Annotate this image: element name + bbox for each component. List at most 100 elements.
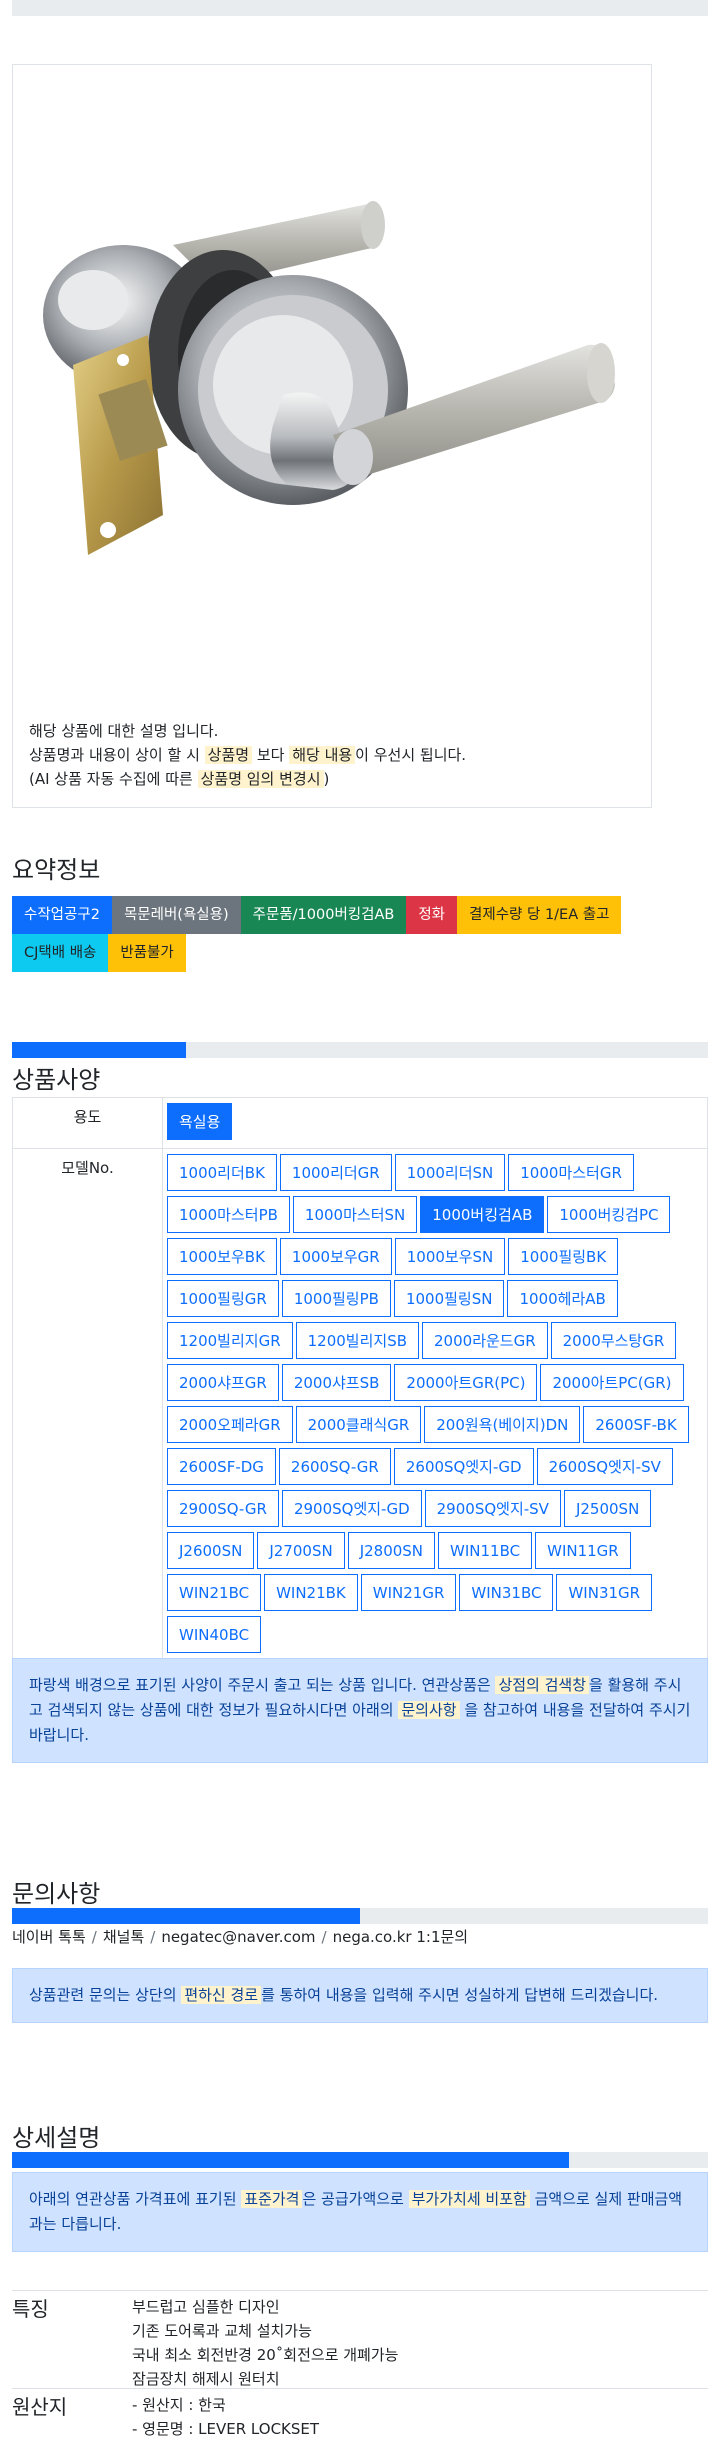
notice-text: 아래의 연관상품 가격표에 표기된 <box>29 2190 242 2208</box>
model-option[interactable]: J2600SN <box>167 1532 255 1569</box>
product-image <box>43 201 615 555</box>
spec-row-usage: 용도 욕실용 <box>13 1098 707 1149</box>
model-option[interactable]: WIN11GR <box>535 1532 631 1569</box>
model-option[interactable]: 2000아트PC(GR) <box>540 1364 684 1401</box>
model-option[interactable]: 2900SQ-GR <box>167 1490 279 1527</box>
contact-link[interactable]: 채널톡 <box>103 1928 144 1946</box>
origin-section: 원산지 - 원산지 : 한국 - 영문명 : LEVER LOCKSET <box>12 2388 708 2443</box>
contact-link[interactable]: 네이버 톡톡 <box>12 1928 86 1946</box>
spec-row-model: 모델No. 1000리더BK 1000리더GR 1000리더SN 1000마스터GR 1… <box>13 1149 707 1661</box>
model-option[interactable]: 1200빌리지GR <box>167 1322 293 1359</box>
model-option[interactable]: WIN11BC <box>438 1532 533 1569</box>
model-option[interactable]: 1000필링PB <box>281 1280 391 1317</box>
model-option[interactable]: 1000필링GR <box>167 1280 279 1317</box>
detail-progress <box>12 2152 708 2168</box>
summary-badge: CJ택배 배송 <box>12 934 109 972</box>
desc-line-3: (AI 상품 자동 수집에 따른 상품명 임의 변경시) <box>29 767 466 791</box>
desc-text: (AI 상품 자동 수집에 따른 <box>29 770 198 788</box>
desc-line-2: 상품명과 내용이 상이 할 시 상품명 보다 해당 내용 이 우선시 됩니다. <box>29 743 466 767</box>
detail-notice: 아래의 연관상품 가격표에 표기된 표준가격 은 공급가액으로 부가가치세 비포함… <box>12 2172 708 2252</box>
breadcrumb-separator: / <box>91 1928 97 1946</box>
model-option[interactable]: 2000무스탕GR <box>550 1322 677 1359</box>
origin-line: - 영문명 : LEVER LOCKSET <box>132 2420 320 2438</box>
highlight: 부가가치세 비포함 <box>408 2190 530 2208</box>
notice-text: 파랑색 배경으로 표기된 사양이 주문시 출고 되는 상품 입니다. 연관상품은 <box>29 1676 496 1694</box>
model-option[interactable]: WIN31GR <box>556 1574 653 1611</box>
model-option[interactable]: 1000헤라AB <box>507 1280 618 1317</box>
model-option[interactable]: WIN21GR <box>360 1574 457 1611</box>
inquiry-title: 문의사항 <box>12 1880 101 1908</box>
product-image-card: 해당 상품에 대한 설명 입니다. 상품명과 내용이 상이 할 시 상품명 보다… <box>12 64 652 808</box>
model-option[interactable]: 2600SQ엣지-SV <box>536 1448 673 1485</box>
model-option[interactable]: 1000리더BK <box>167 1154 277 1191</box>
detail-title: 상세설명 <box>12 2124 101 2152</box>
model-option[interactable]: 2000샤프GR <box>167 1364 279 1401</box>
model-option[interactable]: 2000오페라GR <box>167 1406 293 1443</box>
contact-link[interactable]: negatec@naver.com <box>161 1928 315 1946</box>
contact-link[interactable]: nega.co.kr 1:1문의 <box>333 1928 469 1946</box>
model-option[interactable]: 1000보우BK <box>167 1238 277 1275</box>
model-options: 1000리더BK 1000리더GR 1000리더SN 1000마스터GR 1000마스터… <box>163 1149 707 1661</box>
highlight: 해당 내용 <box>289 746 356 764</box>
model-label: 모델No. <box>13 1149 163 1661</box>
model-option[interactable]: WIN21BC <box>167 1574 262 1611</box>
model-option[interactable]: 2000라운드GR <box>422 1322 548 1359</box>
origin-line: - 원산지 : 한국 <box>132 2396 226 2414</box>
model-option[interactable]: 1000리더SN <box>394 1154 506 1191</box>
spec-progress <box>12 1042 708 1058</box>
model-option[interactable]: 1000마스터PB <box>167 1196 290 1233</box>
model-option[interactable]: 2600SQ엣지-GD <box>393 1448 534 1485</box>
model-option[interactable]: J2700SN <box>257 1532 345 1569</box>
highlight: 문의사항 <box>398 1701 460 1719</box>
feature-line: 기존 도어록과 교체 설치가능 <box>132 2322 312 2340</box>
model-option[interactable]: 1000버킹검PC <box>547 1196 671 1233</box>
notice-text: 은 공급가액으로 <box>302 2190 409 2208</box>
spec-notice: 파랑색 배경으로 표기된 사양이 주문시 출고 되는 상품 입니다. 연관상품은… <box>12 1658 708 1763</box>
model-option[interactable]: 2000클래식GR <box>295 1406 422 1443</box>
desc-line-1: 해당 상품에 대한 설명 입니다. <box>29 722 219 740</box>
notice-text: 상품관련 문의는 상단의 <box>29 1986 182 2004</box>
inquiry-progress <box>12 1908 708 1924</box>
summary-badges: 수작업공구2 목문레버(욕실용) 주문품/1000버킹검AB 정화 결제수량 당 1/E… <box>12 896 708 972</box>
model-option[interactable]: 1000필링BK <box>508 1238 619 1275</box>
model-option[interactable]: 200원욕(베이지)DN <box>424 1406 581 1443</box>
model-option[interactable]: 2600SF-BK <box>583 1406 689 1443</box>
usage-options: 욕실용 <box>163 1098 707 1148</box>
model-option[interactable]: WIN21BK <box>264 1574 358 1611</box>
highlight: 편하신 경로 <box>181 1986 262 2004</box>
desc-text: ) <box>323 770 330 788</box>
model-option[interactable]: J2800SN <box>347 1532 436 1569</box>
desc-text: 보다 <box>252 746 290 764</box>
model-option[interactable]: 2600SF-DG <box>167 1448 276 1485</box>
summary-badge: 수작업공구2 <box>12 896 112 934</box>
features-list: 부드럽고 심플한 디자인 기존 도어록과 교체 설치가능 국내 최소 회전반경 20… <box>132 2295 398 2391</box>
model-option[interactable]: 1200빌리지SB <box>295 1322 420 1359</box>
origin-list: - 원산지 : 한국 - 영문명 : LEVER LOCKSET <box>132 2393 319 2441</box>
product-description: 해당 상품에 대한 설명 입니다. 상품명과 내용이 상이 할 시 상품명 보다… <box>29 719 466 791</box>
highlight: 상품명 임의 변경시 <box>197 770 324 788</box>
model-option[interactable]: WIN31BC <box>459 1574 554 1611</box>
model-option[interactable]: 1000보우GR <box>279 1238 392 1275</box>
usage-option[interactable]: 욕실용 <box>167 1103 233 1140</box>
model-option[interactable]: 1000보우SN <box>394 1238 506 1275</box>
model-option[interactable]: J2500SN <box>563 1490 652 1527</box>
contact-breadcrumb: 네이버 톡톡 / 채널톡 / negatec@naver.com / nega.co.kr … <box>12 1926 468 1947</box>
spec-progress-fill <box>12 1042 186 1058</box>
model-option[interactable]: 2000아트GR(PC) <box>394 1364 538 1401</box>
model-option[interactable]: 1000마스터GR <box>508 1154 634 1191</box>
model-option[interactable]: 1000리더GR <box>279 1154 392 1191</box>
model-option[interactable]: 2900SQ엣지-GD <box>281 1490 422 1527</box>
highlight: 상품명 <box>204 746 253 764</box>
summary-badge: 결제수량 당 1/EA 출고 <box>457 896 622 934</box>
breadcrumb-separator: / <box>150 1928 156 1946</box>
summary-badge: 반품불가 <box>108 934 186 972</box>
model-option[interactable]: WIN40BC <box>167 1616 262 1653</box>
model-option[interactable]: 1000버킹검AB <box>420 1196 545 1233</box>
model-option[interactable]: 2600SQ-GR <box>278 1448 391 1485</box>
model-option[interactable]: 2900SQ엣지-SV <box>424 1490 561 1527</box>
model-option[interactable]: 1000필링SN <box>393 1280 505 1317</box>
model-option[interactable]: 1000마스터SN <box>292 1196 418 1233</box>
inquiry-notice: 상품관련 문의는 상단의 편하신 경로 를 통하여 내용을 입력해 주시면 성실하… <box>12 1968 708 2023</box>
model-option[interactable]: 2000샤프SB <box>281 1364 392 1401</box>
inquiry-progress-fill <box>12 1908 360 1924</box>
